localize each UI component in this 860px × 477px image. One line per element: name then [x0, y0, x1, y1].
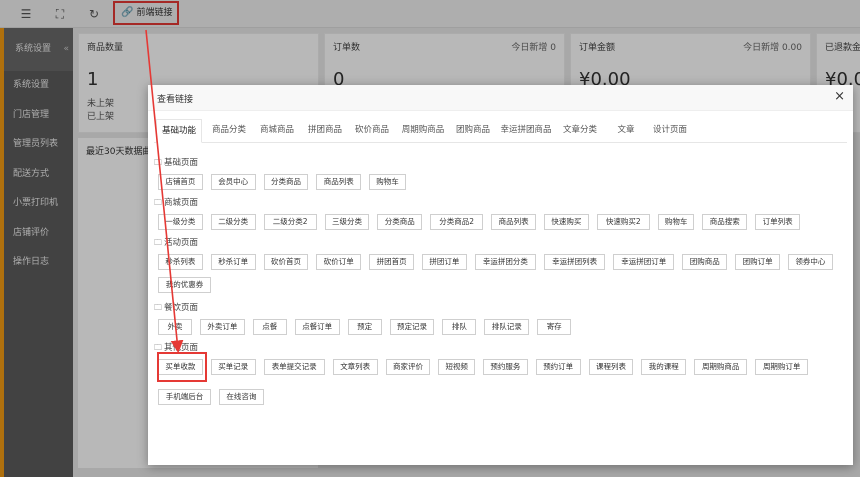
link-chip[interactable]: 购物车 — [369, 174, 406, 190]
link-chip[interactable]: 文章列表 — [332, 359, 378, 375]
link-chip[interactable]: 预约服务 — [483, 359, 528, 375]
link-chip[interactable]: 点餐 — [252, 319, 287, 335]
link-chip[interactable]: 在线咨询 — [219, 389, 264, 405]
link-chip[interactable]: 预定记录 — [389, 319, 435, 335]
tab[interactable]: 商城商品 — [256, 119, 298, 143]
section-title: 🗀 商城页面 — [154, 196, 198, 211]
tab[interactable]: 设计页面 — [650, 119, 690, 143]
folder-icon: 🗀 — [154, 198, 162, 207]
link-chip[interactable]: 一级分类 — [158, 214, 203, 230]
tab[interactable]: 商品分类 — [208, 119, 250, 143]
tab[interactable]: 砍价商品 — [352, 119, 392, 143]
tab[interactable]: 周期购商品 — [398, 119, 448, 143]
link-chip[interactable]: 购物车 — [657, 214, 695, 230]
folder-icon: 🗀 — [154, 303, 162, 312]
tab[interactable]: 文章 — [612, 119, 640, 143]
folder-icon: 🗀 — [154, 158, 162, 167]
link-chip[interactable]: 幸运拼团列表 — [544, 254, 606, 270]
link-chip[interactable]: 我的优惠券 — [158, 277, 211, 293]
link-chip[interactable]: 二级分类2 — [263, 214, 317, 230]
link-chip[interactable]: 拼团订单 — [422, 254, 467, 270]
tab[interactable]: 幸运拼团商品 — [498, 119, 554, 143]
close-icon[interactable]: × — [834, 89, 845, 105]
link-chip[interactable]: 幸运拼团订单 — [613, 254, 675, 270]
tab[interactable]: 基础功能 — [156, 119, 202, 143]
link-chip[interactable]: 拼团首页 — [369, 254, 414, 270]
link-chip[interactable]: 快速购买2 — [596, 214, 650, 230]
link-chip[interactable]: 秒杀列表 — [158, 254, 203, 270]
link-chip[interactable]: 排队 — [442, 319, 477, 335]
link-chip[interactable]: 店铺首页 — [158, 174, 203, 190]
link-chip[interactable]: 分类商品 — [377, 214, 423, 230]
section-title-label: 餐饮页面 — [164, 303, 199, 313]
link-chip[interactable]: 秒杀订单 — [210, 254, 256, 270]
link-chip[interactable]: 分类商品 — [263, 174, 309, 190]
link-chip[interactable]: 砍价订单 — [316, 254, 362, 270]
link-chip[interactable]: 三级分类 — [324, 214, 370, 230]
link-chip[interactable]: 我的课程 — [641, 359, 687, 375]
highlight-box — [157, 352, 207, 382]
link-chip[interactable]: 预约订单 — [535, 359, 581, 375]
section-title: 🗀 餐饮页面 — [154, 301, 198, 316]
link-chip[interactable]: 表单提交记录 — [263, 359, 325, 375]
link-chip[interactable]: 寄存 — [537, 319, 572, 335]
link-chip[interactable]: 外卖订单 — [200, 319, 245, 335]
link-chip[interactable]: 买单记录 — [210, 359, 256, 375]
link-chip[interactable]: 周期购商品 — [694, 359, 748, 375]
modal-tabs: 基础功能 商品分类 商城商品 拼团商品 砍价商品 周期购商品 团购商品 幸运拼团商品 文章分类文… — [154, 119, 847, 143]
link-chip[interactable]: 幸运拼团分类 — [474, 254, 536, 270]
link-chip[interactable]: 商品列表 — [491, 214, 536, 230]
link-chip[interactable]: 团购商品 — [682, 254, 728, 270]
link-chip[interactable]: 点餐订单 — [294, 319, 340, 335]
tab[interactable]: 团购商品 — [454, 119, 492, 143]
link-chip[interactable]: 二级分类 — [210, 214, 256, 230]
link-chip[interactable]: 手机端后台 — [158, 389, 211, 405]
modal-title: 查看链接 — [157, 95, 194, 105]
link-chip[interactable]: 课程列表 — [588, 359, 634, 375]
folder-icon: 🗀 — [154, 238, 162, 247]
modal-header: 查看链接 × — [148, 85, 853, 111]
link-modal: 查看链接 × 基础功能 商品分类 商城商品 拼团商品 砍价商品 周期购商品 团购商品 幸运拼团… — [148, 85, 853, 465]
link-chip[interactable]: 分类商品2 — [430, 214, 484, 230]
section-title: 🗀 基础页面 — [154, 156, 198, 171]
link-chip[interactable]: 团购订单 — [735, 254, 780, 270]
link-chip[interactable]: 预定 — [347, 319, 382, 335]
section-title-label: 活动页面 — [164, 238, 199, 248]
link-chip[interactable]: 排队记录 — [484, 319, 530, 335]
section-title-label: 基础页面 — [164, 158, 199, 168]
link-chip[interactable]: 商品搜索 — [702, 214, 748, 230]
link-chip[interactable]: 砍价首页 — [263, 254, 309, 270]
folder-icon: 🗀 — [154, 343, 162, 352]
link-chip[interactable]: 会员中心 — [210, 174, 256, 190]
section-title-label: 商城页面 — [164, 198, 199, 208]
link-chip[interactable]: 商家评价 — [385, 359, 431, 375]
link-chip[interactable]: 短视频 — [438, 359, 475, 375]
link-chip[interactable]: 周期购订单 — [755, 359, 809, 375]
link-chip[interactable]: 订单列表 — [755, 214, 800, 230]
tab[interactable]: 拼团商品 — [304, 119, 346, 143]
link-chip[interactable]: 领券中心 — [788, 254, 833, 270]
section-title: 🗀 活动页面 — [154, 236, 198, 251]
tab[interactable]: 文章分类 — [558, 119, 602, 143]
link-chip[interactable]: 快速购买 — [544, 214, 589, 230]
link-chip[interactable]: 商品列表 — [316, 174, 362, 190]
link-chip[interactable]: 外卖 — [158, 319, 192, 335]
